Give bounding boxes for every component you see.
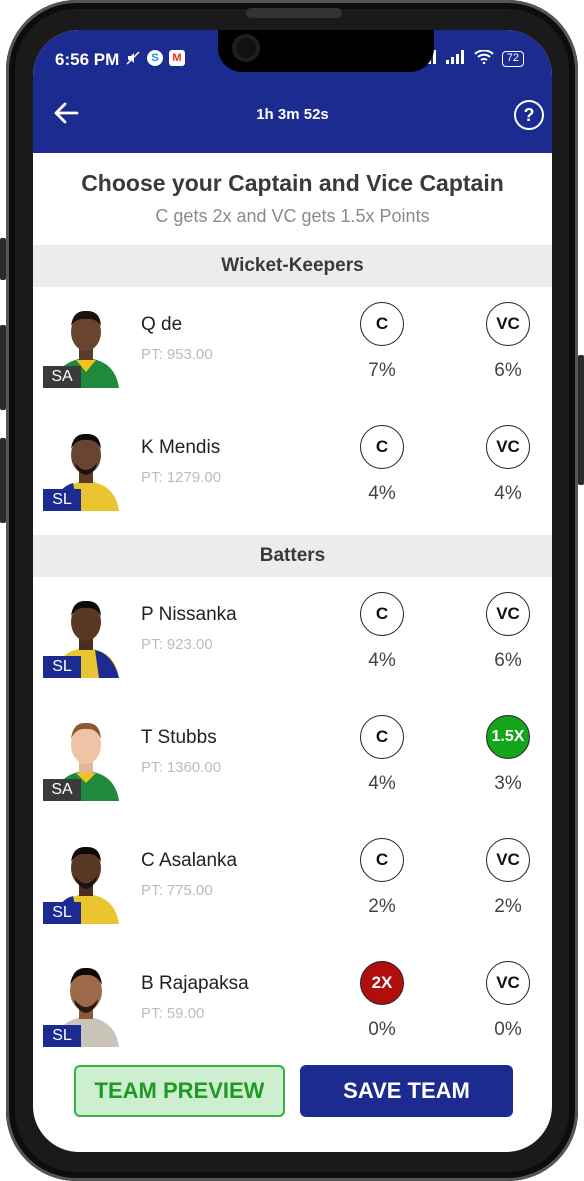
captain-button[interactable]: C	[360, 302, 404, 346]
phone-side-button	[0, 325, 6, 410]
player-row: SL K Mendis PT: 1279.00 C VC 4% 4%	[33, 425, 552, 525]
team-preview-button[interactable]: TEAM PREVIEW	[74, 1065, 285, 1117]
player-points: PT: 953.00	[141, 346, 213, 363]
vice-captain-button-selected[interactable]: 1.5X	[486, 715, 530, 759]
team-badge: SL	[43, 656, 81, 678]
player-row: SL C Asalanka PT: 775.00 C VC 2% 2%	[33, 838, 552, 938]
player-row: SL P Nissanka PT: 923.00 C VC 4% 6%	[33, 592, 552, 692]
captain-button[interactable]: C	[360, 425, 404, 469]
app-screen: 6:56 PM S M 72 1h 3m 52s ? Choose your C…	[33, 30, 552, 1152]
captain-percentage: 0%	[368, 1019, 396, 1040]
status-left-icons: S M	[125, 50, 185, 66]
phone-speaker	[246, 8, 342, 18]
vice-captain-percentage: 2%	[494, 896, 522, 917]
captain-button[interactable]: C	[360, 838, 404, 882]
vice-captain-button[interactable]: VC	[486, 425, 530, 469]
captain-button-selected[interactable]: 2X	[360, 961, 404, 1005]
vice-captain-button[interactable]: VC	[486, 961, 530, 1005]
camera-icon	[232, 34, 260, 62]
vice-captain-button[interactable]: VC	[486, 838, 530, 882]
captain-percentage: 2%	[368, 896, 396, 917]
team-badge: SL	[43, 1025, 81, 1047]
player-name: B Rajapaksa	[141, 973, 249, 994]
vice-captain-percentage: 0%	[494, 1019, 522, 1040]
player-row: SA T Stubbs PT: 1360.00 C 1.5X 4% 3%	[33, 715, 552, 815]
captain-percentage: 4%	[368, 483, 396, 504]
page-title: Choose your Captain and Vice Captain	[81, 170, 504, 196]
signal-icon	[445, 50, 466, 67]
team-badge: SA	[43, 779, 81, 801]
status-right-icons: 72	[417, 49, 524, 67]
section-header-wicket-keepers: Wicket-Keepers	[33, 245, 552, 287]
match-countdown-timer: 1h 3m 52s	[256, 106, 329, 123]
vice-captain-percentage: 6%	[494, 360, 522, 381]
vice-captain-percentage: 6%	[494, 650, 522, 671]
team-badge: SL	[43, 902, 81, 924]
captain-percentage: 4%	[368, 773, 396, 794]
captain-button[interactable]: C	[360, 715, 404, 759]
player-points: PT: 923.00	[141, 636, 213, 653]
mute-icon	[125, 50, 141, 66]
phone-side-button	[0, 438, 6, 523]
player-points: PT: 775.00	[141, 882, 213, 899]
player-points: PT: 1360.00	[141, 759, 222, 776]
team-badge: SL	[43, 489, 81, 511]
player-name: P Nissanka	[141, 604, 237, 625]
captain-button[interactable]: C	[360, 592, 404, 636]
player-points: PT: 1279.00	[141, 469, 222, 486]
wifi-icon	[474, 49, 494, 67]
vice-captain-percentage: 4%	[494, 483, 522, 504]
player-name: C Asalanka	[141, 850, 238, 871]
team-badge: SA	[43, 366, 81, 388]
battery-icon: 72	[501, 50, 524, 67]
player-row: SA Q de PT: 953.00 C VC 7% 6%	[33, 302, 552, 402]
player-name: Q de	[141, 314, 183, 335]
save-team-button[interactable]: SAVE TEAM	[300, 1065, 513, 1117]
phone-side-button	[0, 238, 6, 280]
player-points: PT: 59.00	[141, 1005, 205, 1022]
gmail-icon: M	[169, 50, 185, 66]
vice-captain-percentage: 3%	[494, 773, 522, 794]
skype-icon: S	[147, 50, 163, 66]
status-time: 6:56 PM	[55, 50, 120, 69]
camera-notch	[218, 30, 434, 72]
app-header: 1h 3m 52s ?	[33, 78, 552, 153]
vice-captain-button[interactable]: VC	[486, 302, 530, 346]
captain-percentage: 7%	[368, 360, 396, 381]
help-button[interactable]: ?	[514, 100, 544, 130]
player-name: K Mendis	[141, 437, 221, 458]
page-subtitle: C gets 2x and VC gets 1.5x Points	[155, 206, 430, 226]
player-row: SL B Rajapaksa PT: 59.00 2X VC 0% 0%	[33, 961, 552, 1061]
phone-power-button	[578, 355, 584, 485]
vice-captain-button[interactable]: VC	[486, 592, 530, 636]
captain-percentage: 4%	[368, 650, 396, 671]
player-name: T Stubbs	[141, 727, 217, 748]
section-header-batters: Batters	[33, 535, 552, 577]
